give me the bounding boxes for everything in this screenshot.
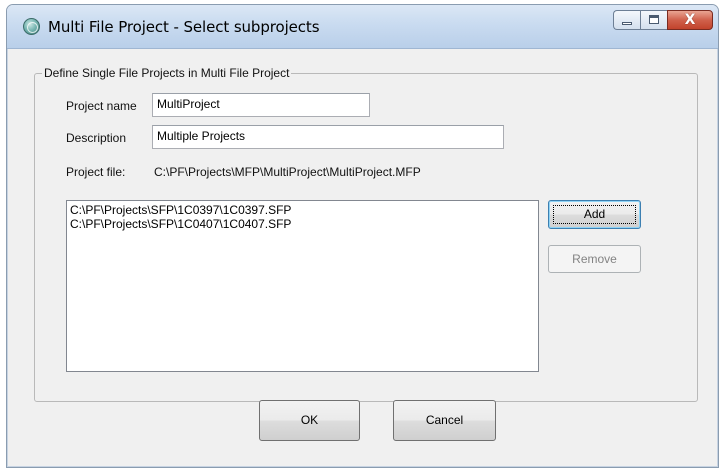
add-button[interactable]: Add [548,200,641,229]
subprojects-listbox[interactable]: C:\PF\Projects\SFP\1C0397\1C0397.SFP C:\… [66,200,539,372]
project-name-label: Project name [66,99,137,113]
close-icon: X [684,12,696,28]
groupbox-legend: Define Single File Projects in Multi Fil… [42,66,292,80]
list-item[interactable]: C:\PF\Projects\SFP\1C0397\1C0397.SFP [70,203,535,217]
maximize-icon [649,15,659,24]
maximize-button[interactable] [640,10,667,30]
minimize-icon [622,22,632,25]
description-input[interactable]: Multiple Projects [152,125,504,149]
project-name-input[interactable]: MultiProject [152,93,370,117]
window-title: Multi File Project - Select subprojects [48,18,320,36]
title-bar[interactable]: Multi File Project - Select subprojects … [7,5,718,49]
project-file-path: C:\PF\Projects\MFP\MultiProject\MultiPro… [154,165,421,179]
project-file-label: Project file: [66,165,126,179]
ok-button-label: OK [300,413,319,427]
minimize-button[interactable] [613,10,640,30]
close-button[interactable]: X [667,10,713,30]
dialog-content: Define Single File Projects in Multi Fil… [7,49,718,467]
app-globe-icon [23,18,40,35]
add-button-label: Add [583,207,606,221]
list-item[interactable]: C:\PF\Projects\SFP\1C0407\1C0407.SFP [70,217,535,231]
caption-buttons: X [613,10,713,30]
ok-button[interactable]: OK [259,400,360,441]
cancel-button-label: Cancel [425,413,464,427]
cancel-button[interactable]: Cancel [393,400,496,441]
dialog-window: Multi File Project - Select subprojects … [6,4,719,468]
description-label: Description [66,131,127,145]
remove-button[interactable]: Remove [548,245,641,273]
remove-button-label: Remove [572,252,617,266]
